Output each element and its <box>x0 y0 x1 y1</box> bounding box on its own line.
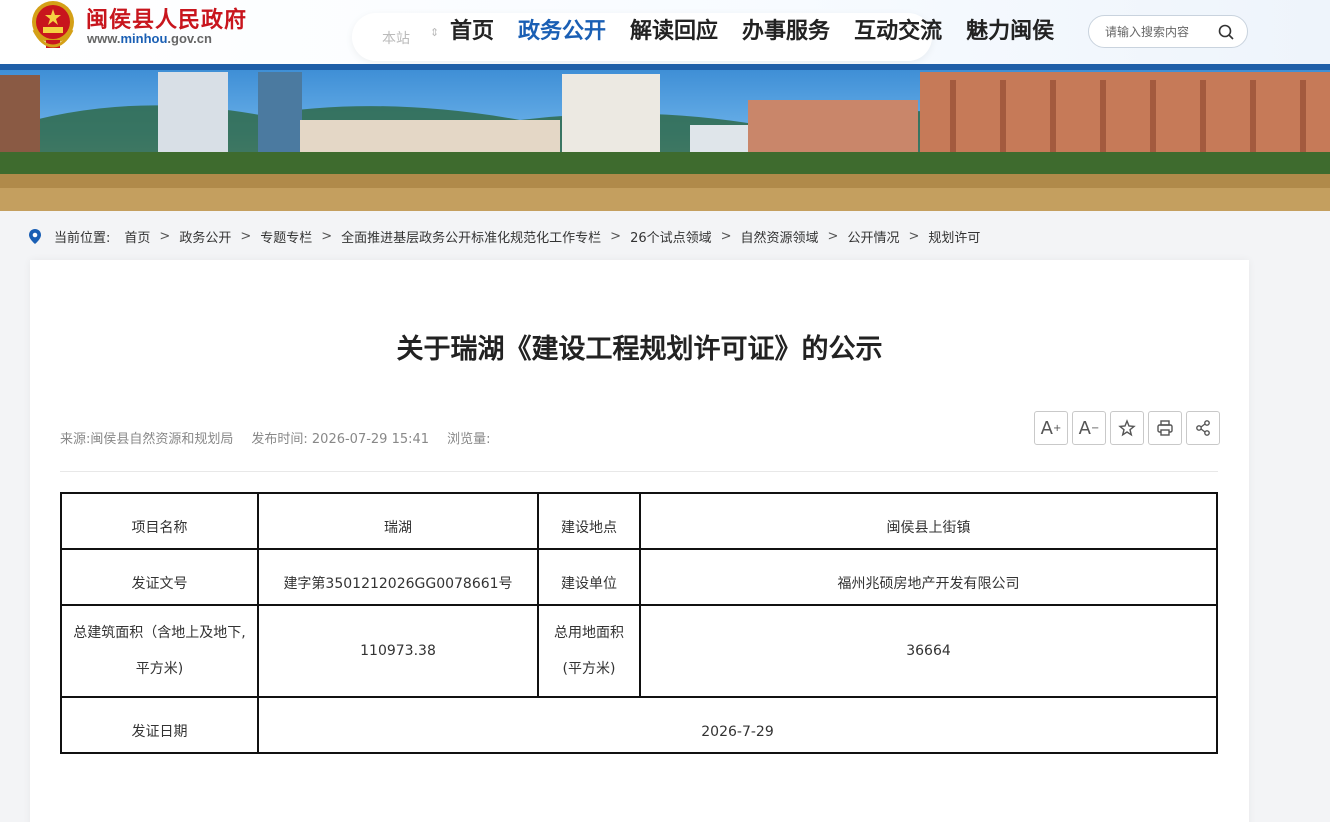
breadcrumb: 当前位置: 首页 > 政务公开 > 专题专栏 > 全面推进基层政务公开标准化规范… <box>28 226 980 246</box>
nav-item-charm[interactable]: 魅力闽侯 <box>954 14 1066 50</box>
total-area-label: 总建筑面积（含地上及地下, 平方米) <box>60 604 259 698</box>
nav-item-interaction[interactable]: 互动交流 <box>842 14 954 50</box>
breadcrumb-separator: > <box>159 228 171 244</box>
breadcrumb-item-planning-permit[interactable]: 规划许可 <box>928 227 980 246</box>
site-header: 闽侯县人民政府 www.minhou.gov.cn 本站 ⇕ 首页 政务公开 解… <box>0 0 1330 64</box>
land-area-value: 36664 <box>639 604 1218 698</box>
article-title: 关于瑞湖《建设工程规划许可证》的公示 <box>396 334 883 365</box>
site-logo[interactable]: 闽侯县人民政府 www.minhou.gov.cn <box>30 0 270 52</box>
breadcrumb-item-natural-resources[interactable]: 自然资源领域 <box>741 227 819 246</box>
breadcrumb-separator: > <box>240 228 252 244</box>
print-button[interactable] <box>1148 411 1182 445</box>
table-row: 总建筑面积（含地上及地下, 平方米) 110973.38 总用地面积 (平方米) 3… <box>60 604 1218 698</box>
breadcrumb-item-pilot-areas[interactable]: 26个试点领域 <box>630 227 712 246</box>
permit-info-table: 项目名称 瑞湖 建设地点 闽侯县上街镇 发证文号 建字第3501212026GG… <box>60 492 1218 754</box>
table-row: 发证日期 2026-7-29 <box>60 696 1218 754</box>
share-button[interactable] <box>1186 411 1220 445</box>
issue-date-value: 2026-7-29 <box>257 696 1218 754</box>
breadcrumb-separator: > <box>827 228 839 244</box>
location-value: 闽侯县上街镇 <box>639 492 1218 550</box>
nav-item-gov-affairs[interactable]: 政务公开 <box>506 14 618 50</box>
breadcrumb-separator: > <box>908 228 920 244</box>
article-tools: A + A − <box>1034 411 1224 445</box>
star-icon <box>1118 419 1136 437</box>
issue-date-label: 发证日期 <box>60 696 259 754</box>
site-url: www.minhou.gov.cn <box>87 31 212 46</box>
article-publish-time: 发布时间: 2026-07-29 15:41 <box>251 432 430 447</box>
breadcrumb-item-disclosure[interactable]: 公开情况 <box>847 227 899 246</box>
nav-item-services[interactable]: 办事服务 <box>730 14 842 50</box>
permit-no-label: 发证文号 <box>60 548 259 606</box>
breadcrumb-item-gov-affairs[interactable]: 政务公开 <box>179 227 231 246</box>
city-banner-image <box>0 70 1330 211</box>
land-area-label: 总用地面积 (平方米) <box>537 604 641 698</box>
national-emblem-icon <box>32 1 74 48</box>
location-label: 建设地点 <box>537 492 641 550</box>
table-row: 项目名称 瑞湖 建设地点 闽侯县上街镇 <box>60 492 1218 550</box>
article-views: 浏览量: <box>447 432 491 447</box>
location-pin-icon <box>29 228 41 244</box>
breadcrumb-item-standardization[interactable]: 全面推进基层政务公开标准化规范化工作专栏 <box>341 227 601 246</box>
search-scope-select[interactable]: 本站 <box>382 28 410 48</box>
meta-divider <box>60 471 1218 472</box>
share-icon <box>1196 420 1210 436</box>
total-area-value: 110973.38 <box>257 604 539 698</box>
breadcrumb-separator: > <box>610 228 622 244</box>
site-name: 闽侯县人民政府 <box>86 7 248 33</box>
breadcrumb-separator: > <box>321 228 333 244</box>
builder-label: 建设单位 <box>537 548 641 606</box>
builder-value: 福州兆硕房地产开发有限公司 <box>639 548 1218 606</box>
font-increase-button[interactable]: A + <box>1034 411 1068 445</box>
breadcrumb-label: 当前位置: <box>54 230 111 246</box>
breadcrumb-item-topics[interactable]: 专题专栏 <box>260 227 312 246</box>
search-icon[interactable] <box>1217 23 1235 41</box>
breadcrumb-separator: > <box>720 228 732 244</box>
search-box <box>1088 15 1248 48</box>
permit-no-value: 建字第3501212026GG0078661号 <box>257 548 539 606</box>
search-input[interactable] <box>1105 23 1215 41</box>
main-nav: 首页 政务公开 解读回应 办事服务 互动交流 魅力闽侯 <box>438 14 1066 50</box>
breadcrumb-item-home[interactable]: 首页 <box>124 227 150 246</box>
project-name-label: 项目名称 <box>60 492 259 550</box>
nav-item-home[interactable]: 首页 <box>438 14 506 50</box>
article-source: 来源:闽侯县自然资源和规划局 <box>60 432 234 447</box>
article-meta: 来源:闽侯县自然资源和规划局 发布时间: 2026-07-29 15:41 浏览… <box>60 428 508 447</box>
article-card: 关于瑞湖《建设工程规划许可证》的公示 来源:闽侯县自然资源和规划局 发布时间: … <box>30 260 1249 822</box>
table-row: 发证文号 建字第3501212026GG0078661号 建设单位 福州兆硕房地… <box>60 548 1218 606</box>
project-name-value: 瑞湖 <box>257 492 539 550</box>
printer-icon <box>1157 420 1173 436</box>
favorite-button[interactable] <box>1110 411 1144 445</box>
font-decrease-button[interactable]: A − <box>1072 411 1106 445</box>
nav-item-interpretation[interactable]: 解读回应 <box>618 14 730 50</box>
